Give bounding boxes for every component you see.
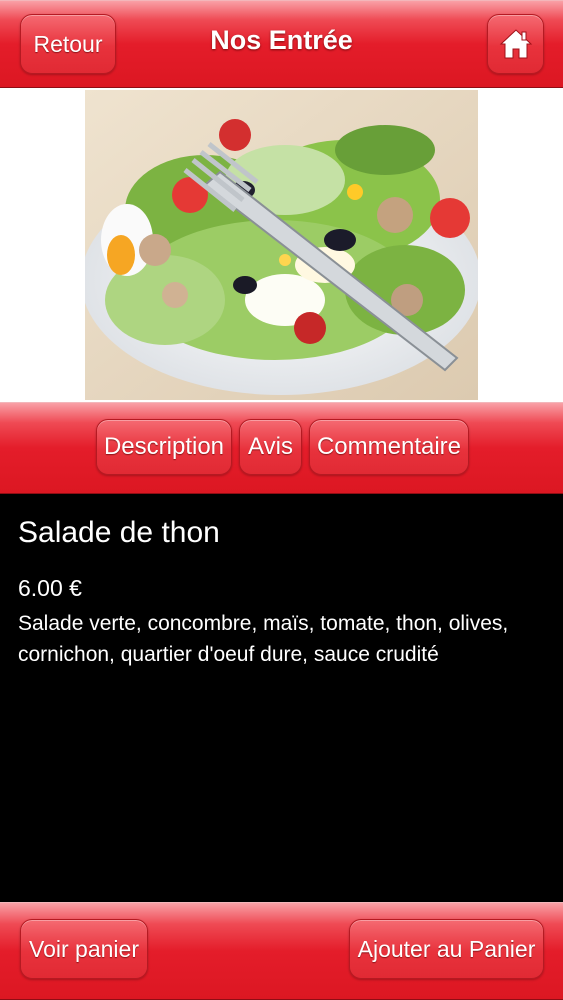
view-cart-button[interactable]: Voir panier	[20, 919, 148, 979]
home-icon	[499, 29, 532, 59]
salad-photo	[85, 90, 478, 400]
tab-description[interactable]: Description	[96, 419, 232, 475]
dish-description: Salade verte, concombre, maïs, tomate, t…	[18, 612, 509, 666]
page-title: Nos Entrée	[210, 25, 353, 55]
dish-name: Salade de thon	[18, 516, 220, 549]
tab-avis[interactable]: Avis	[239, 419, 302, 475]
header-bar: Retour Nos Entrée	[0, 0, 563, 88]
tab-commentaire[interactable]: Commentaire	[309, 419, 469, 475]
dish-details: Salade de thon 6.00 € Salade verte, conc…	[0, 494, 563, 902]
home-button[interactable]	[487, 14, 544, 74]
dish-price: 6.00 €	[18, 575, 82, 601]
add-to-cart-button[interactable]: Ajouter au Panier	[349, 919, 544, 979]
product-image	[0, 88, 563, 402]
